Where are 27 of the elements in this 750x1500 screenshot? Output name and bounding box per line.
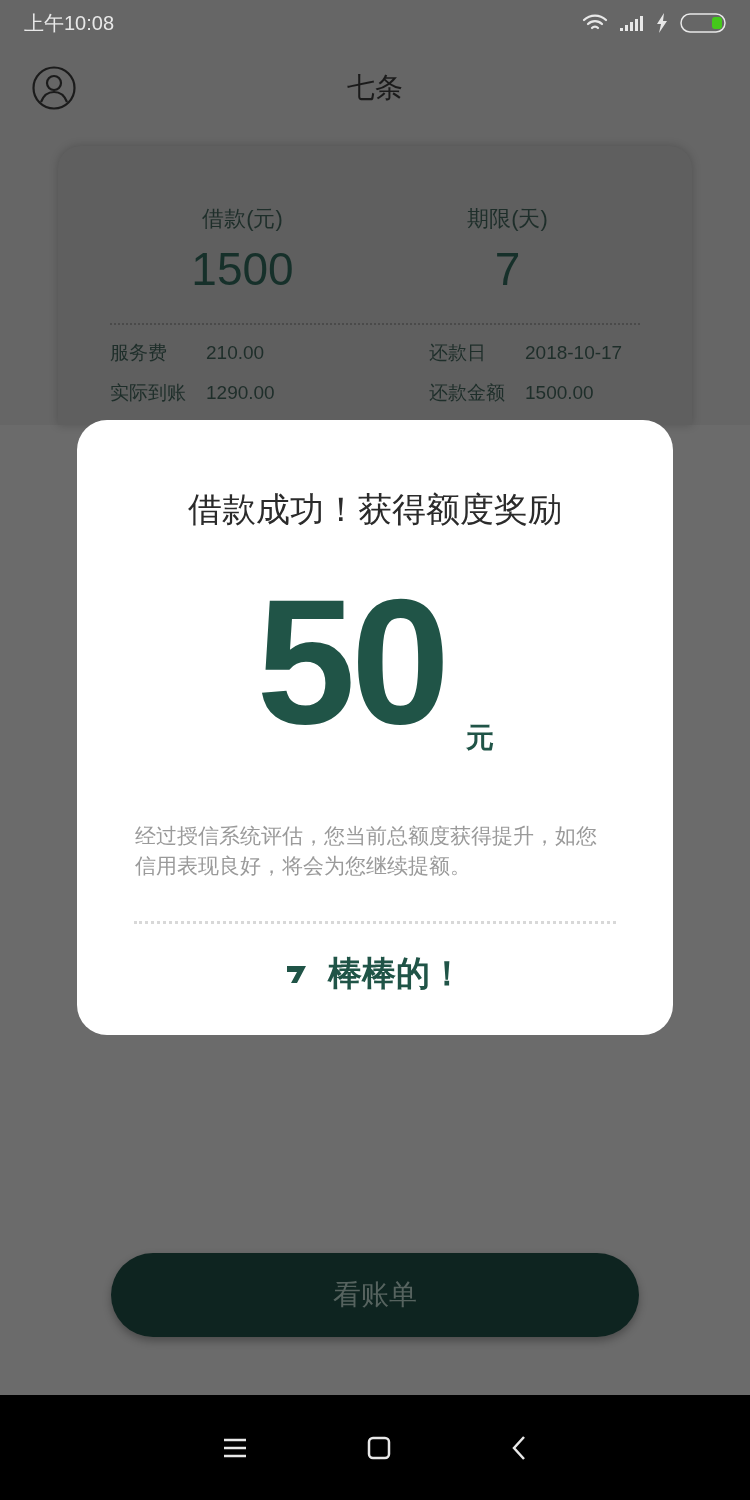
stat-value: 7	[494, 242, 521, 297]
wifi-icon	[582, 14, 608, 32]
stat-label: 借款(元)	[202, 205, 283, 233]
page-title: 七条	[347, 71, 403, 105]
reward-amount: 50	[256, 573, 446, 751]
detail-label: 还款金额	[429, 381, 506, 405]
detail-value: 1500.00	[525, 381, 594, 405]
menu-icon[interactable]	[223, 1437, 247, 1458]
charging-icon	[656, 13, 668, 33]
detail-label: 还款日	[429, 340, 487, 365]
user-avatar-icon	[32, 66, 76, 110]
detail-label: 服务费	[110, 340, 168, 365]
back-icon[interactable]	[511, 1434, 527, 1461]
status-time: 上午10:08	[24, 11, 115, 36]
stat-label: 期限(天)	[467, 205, 548, 233]
home-icon[interactable]	[367, 1435, 391, 1460]
amount-unit: 元	[465, 721, 494, 755]
detail-value: 210.00	[206, 340, 265, 365]
detail-value: 2018-10-17	[525, 340, 623, 365]
battery-icon	[680, 13, 726, 33]
signal-icon	[620, 15, 644, 31]
dialog-title: 借款成功！获得额度奖励	[188, 489, 562, 530]
detail-label: 实际到账	[110, 381, 187, 405]
detail-value: 1290.00	[206, 381, 275, 405]
stat-value: 1500	[191, 242, 294, 297]
dialog-message: 经过授信系统评估，您当前总额度获得提升，如您信用表现良好，将会为您继续提额。	[135, 823, 598, 879]
confirm-button[interactable]: 棒棒的！	[286, 948, 464, 999]
